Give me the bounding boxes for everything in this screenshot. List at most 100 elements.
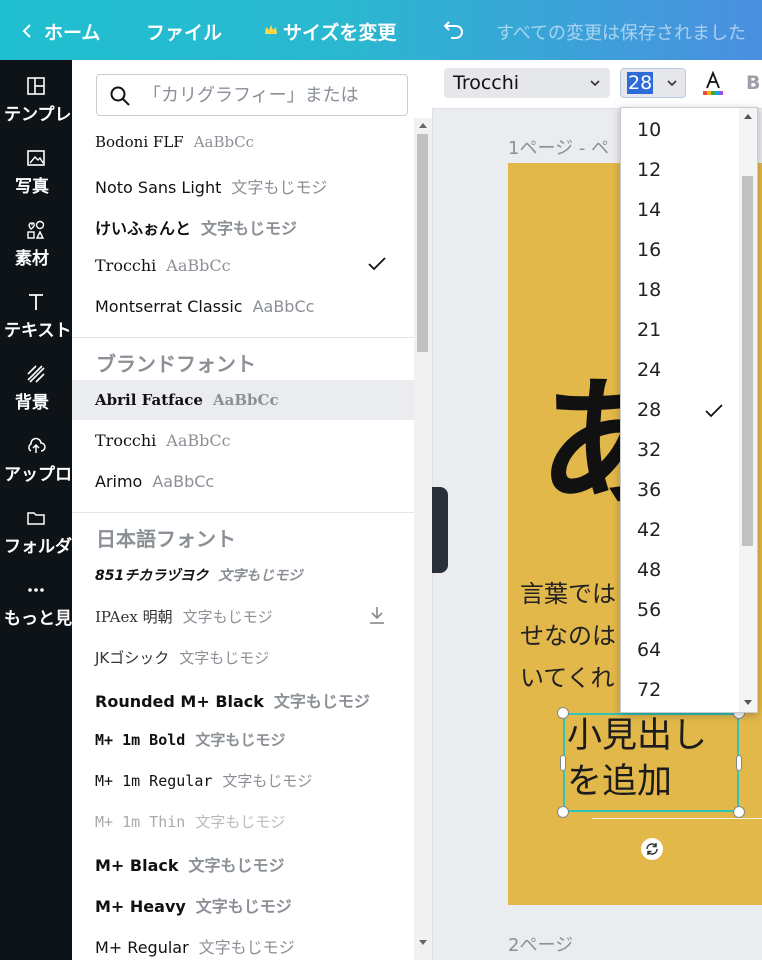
resize-handle[interactable]	[557, 707, 569, 719]
font-size-select[interactable]: 28	[620, 68, 686, 98]
resize-handle[interactable]	[736, 755, 742, 771]
nav-item-photo[interactable]: 写真	[0, 148, 72, 208]
size-option[interactable]: 12	[621, 150, 739, 190]
nav-label: 写真	[15, 177, 49, 197]
size-option[interactable]: 24	[621, 350, 739, 390]
font-row-mplus-1m-regular[interactable]: M+ 1m Regular 文字もじモジ	[72, 759, 414, 799]
font-name: Abril Fatface	[95, 391, 203, 409]
scrollbar-thumb[interactable]	[417, 134, 428, 352]
text-color-icon[interactable]	[702, 70, 724, 98]
size-option-selected[interactable]: 28	[621, 390, 739, 430]
page1-label: 1ページ - ペ	[508, 138, 610, 159]
nav-label: フォルダ	[4, 537, 72, 557]
size-option[interactable]: 16	[621, 230, 739, 270]
search-icon	[110, 86, 130, 106]
font-row-mplus-1m-bold[interactable]: M+ 1m Bold 文字もじモジ	[72, 718, 414, 758]
scrollbar-thumb[interactable]	[742, 176, 753, 546]
resize-handle[interactable]	[557, 806, 569, 818]
nav-item-elements[interactable]: 素材	[0, 220, 72, 280]
resize-handle[interactable]	[560, 755, 566, 771]
font-panel: Bodoni FLF AaBbCc Noto Sans Light 文字もじモジ け…	[72, 60, 433, 960]
download-icon[interactable]	[368, 605, 386, 625]
font-size-value[interactable]: 28	[627, 72, 654, 94]
font-sample: AaBbCc	[166, 256, 231, 275]
size-option[interactable]: 64	[621, 630, 739, 670]
chevron-down-icon	[667, 80, 677, 87]
font-sample: AaBbCc	[252, 297, 315, 316]
nav-item-text[interactable]: テキスト	[0, 292, 72, 352]
size-option[interactable]: 21	[621, 310, 739, 350]
font-row-bodoni[interactable]: Bodoni FLF AaBbCc	[72, 122, 414, 162]
font-row-mplus-1m-thin[interactable]: M+ 1m Thin 文字もじモジ	[72, 800, 414, 840]
size-option[interactable]: 48	[621, 550, 739, 590]
font-row-trocchi-brand[interactable]: Trocchi AaBbCc	[72, 420, 414, 460]
heading-line: を追加	[567, 762, 673, 802]
font-row-montserrat-classic[interactable]: Montserrat Classic AaBbCc	[72, 286, 414, 326]
font-family-select[interactable]: Trocchi	[444, 68, 610, 98]
font-sample: 文字もじモジ	[231, 178, 328, 197]
font-search-input[interactable]	[141, 79, 405, 111]
font-row-keifont[interactable]: けいふぉんと 文字もじモジ	[72, 204, 414, 244]
font-name: IPAex 明朝	[95, 608, 173, 626]
font-row-851[interactable]: 851チカラヅヨク 文字もじモジ	[72, 554, 414, 594]
font-family-value: Trocchi	[453, 72, 520, 94]
font-row-mplus-black[interactable]: M+ Black 文字もじモジ	[72, 841, 414, 881]
font-sample: AaBbCc	[166, 431, 231, 450]
scroll-down-arrow[interactable]	[419, 940, 427, 945]
resize-button[interactable]: サイズを変更	[283, 18, 396, 45]
nav-label: 素材	[15, 249, 49, 269]
size-option[interactable]: 18	[621, 270, 739, 310]
left-nav: テンプレート 写真 素材 テキスト 背景 アップロード フォルダ もっと見る	[0, 60, 106, 960]
font-panel-scrollbar[interactable]	[414, 118, 432, 960]
dropdown-scrollbar[interactable]	[739, 108, 757, 712]
font-row-abril-fatface[interactable]: Abril Fatface AaBbCc	[72, 380, 414, 420]
scroll-down-arrow[interactable]	[744, 700, 752, 705]
selected-heading-textbox[interactable]: 小見出し を追加	[563, 713, 739, 812]
size-option[interactable]: 32	[621, 430, 739, 470]
file-menu-button[interactable]: ファイル	[146, 18, 222, 45]
size-option[interactable]: 72	[621, 670, 739, 710]
size-option[interactable]: 56	[621, 590, 739, 630]
resize-handle[interactable]	[733, 806, 745, 818]
rotate-handle[interactable]	[641, 838, 663, 860]
size-option[interactable]: 42	[621, 510, 739, 550]
scroll-up-arrow[interactable]	[744, 114, 752, 119]
font-row-trocchi-recent[interactable]: Trocchi AaBbCc	[72, 245, 414, 285]
nav-item-more[interactable]: もっと見る	[0, 580, 89, 640]
font-sample: 文字もじモジ	[198, 938, 295, 957]
font-sample: 文字もじモジ	[195, 731, 286, 749]
photo-icon	[27, 150, 45, 166]
nav-item-template[interactable]: テンプレート	[0, 76, 106, 136]
text-toolbar: Trocchi 28 B	[432, 60, 762, 109]
font-row-rounded-mplus-black[interactable]: Rounded M+ Black 文字もじモジ	[72, 677, 414, 717]
top-bar: ホーム ファイル サイズを変更 すべての変更は保存されました	[0, 0, 762, 60]
nav-item-upload[interactable]: アップロード	[0, 436, 106, 496]
font-row-jk-gothic[interactable]: JKゴシック 文字もじモジ	[72, 636, 414, 676]
font-search-box[interactable]	[96, 74, 408, 116]
collapse-panel-handle[interactable]	[432, 487, 448, 573]
nav-item-background[interactable]: 背景	[0, 364, 72, 424]
home-button[interactable]: ホーム	[44, 18, 100, 45]
font-row-arimo[interactable]: Arimo AaBbCc	[72, 461, 414, 501]
undo-icon[interactable]	[443, 17, 465, 41]
font-sample: 文字もじモジ	[195, 897, 292, 916]
font-row-mplus-regular[interactable]: M+ Regular 文字もじモジ	[72, 923, 414, 960]
scroll-up-arrow[interactable]	[419, 123, 427, 128]
check-icon	[705, 404, 723, 418]
rotate-icon	[646, 843, 658, 855]
font-row-ipaex-mincho[interactable]: IPAex 明朝 文字もじモジ	[72, 595, 414, 635]
nav-label: テキスト	[4, 321, 72, 341]
size-option[interactable]: 36	[621, 470, 739, 510]
font-row-mplus-heavy[interactable]: M+ Heavy 文字もじモジ	[72, 882, 414, 922]
font-row-noto-sans-light[interactable]: Noto Sans Light 文字もじモジ	[72, 163, 414, 203]
font-name: Arimo	[95, 472, 143, 491]
font-sample: AaBbCc	[193, 133, 254, 151]
body-text[interactable]: 言葉では せなのは いてくれ	[520, 573, 616, 699]
bold-button[interactable]: B	[746, 72, 760, 94]
font-sample: 文字もじモジ	[273, 692, 370, 711]
nav-item-folder[interactable]: フォルダ	[0, 508, 72, 568]
size-option[interactable]: 14	[621, 190, 739, 230]
chevron-left-icon	[22, 24, 31, 38]
size-option[interactable]: 10	[621, 110, 739, 150]
font-name: Trocchi	[95, 431, 157, 450]
